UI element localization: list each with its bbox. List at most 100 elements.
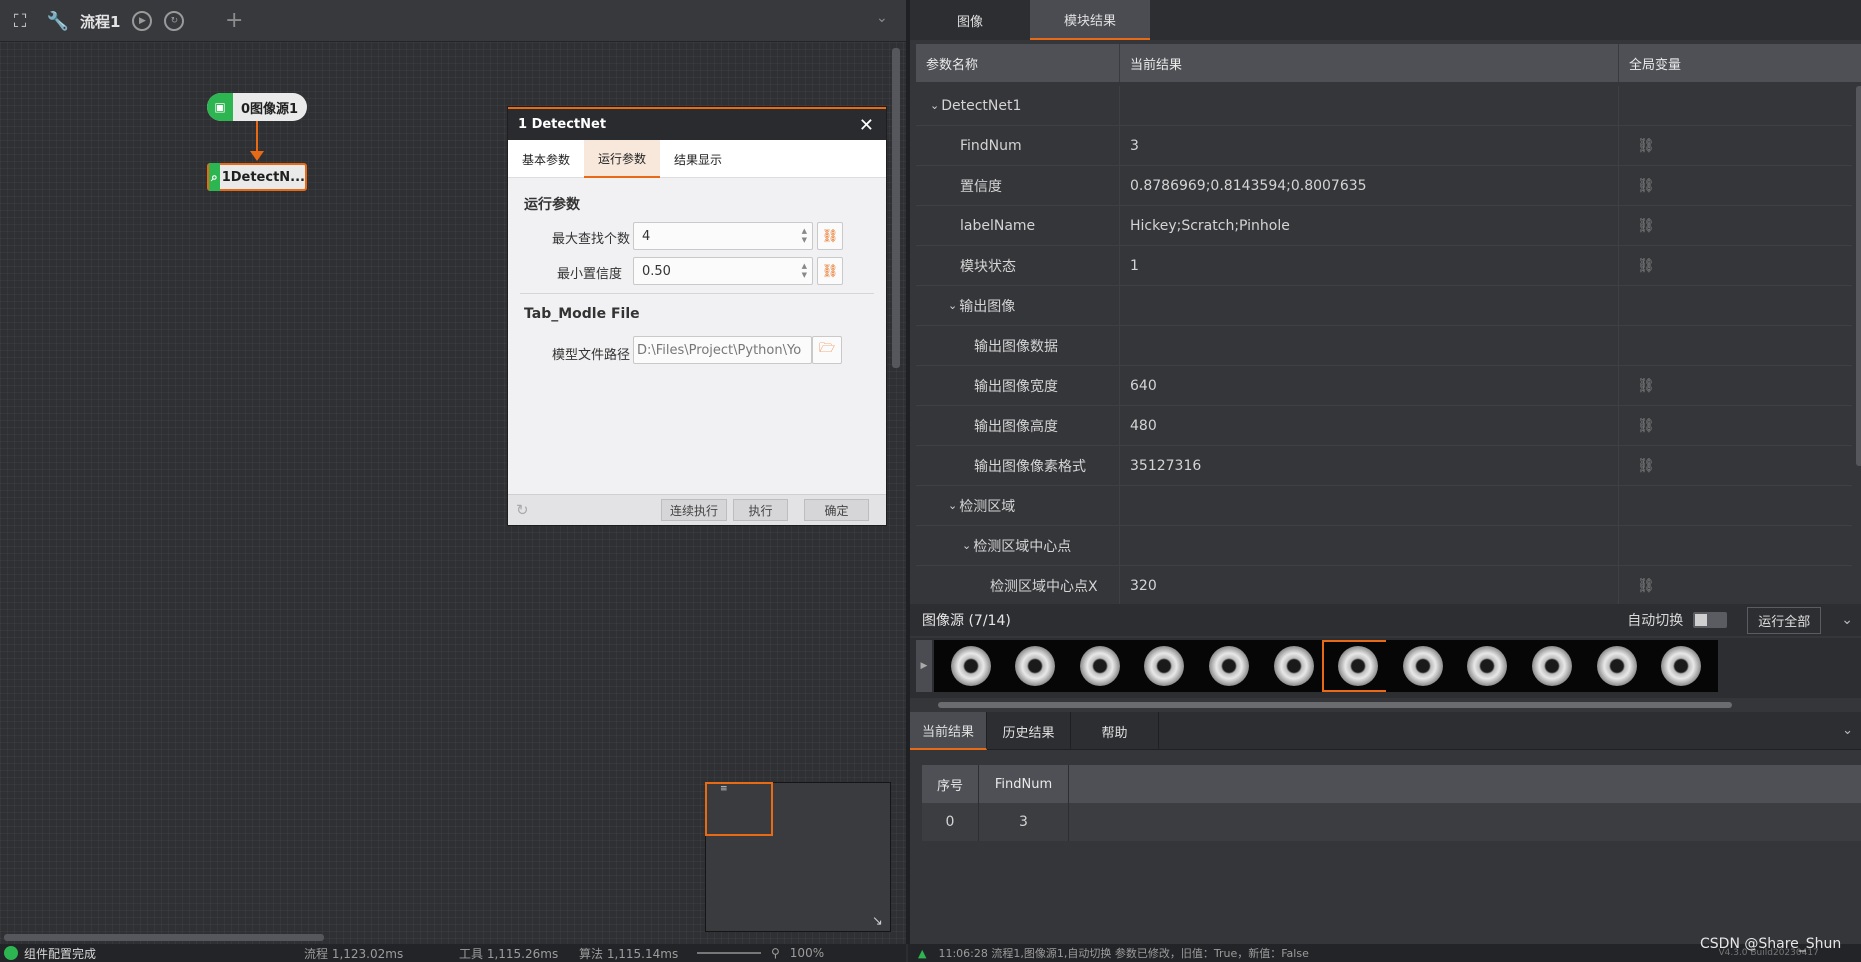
max-find-label: 最大查找个数 (551, 232, 630, 247)
tab-image[interactable]: 图像 (910, 0, 1030, 40)
thumbnail[interactable] (1127, 640, 1201, 692)
tab-history-result[interactable]: 历史结果 (987, 712, 1072, 750)
thumbnail[interactable] (934, 640, 1007, 692)
model-path-input[interactable]: D:\Files\Project\Python\Yo (633, 336, 812, 364)
table-row[interactable]: 检测区域中心点X 320 ⛓ (916, 566, 1852, 606)
minimap-viewport[interactable] (705, 782, 773, 836)
expand-chevron-icon[interactable]: ⌄ (930, 99, 939, 112)
strip-scrollbar[interactable] (938, 702, 1732, 708)
spin-arrows-icon[interactable]: ▲ ▼ (802, 262, 807, 280)
tab-basic-params[interactable]: 基本参数 (508, 140, 584, 178)
thumbnail[interactable] (998, 640, 1072, 692)
link-variable-button[interactable]: ⛓ (817, 222, 843, 250)
refresh-icon[interactable]: ↻ (516, 501, 529, 519)
node-image-source[interactable]: ▣ 0图像源1 (207, 93, 307, 121)
tab-help[interactable]: 帮助 (1071, 712, 1160, 750)
run-loop-icon[interactable]: ↻ (164, 11, 185, 31)
cell-global-variable (1619, 526, 1852, 565)
cell-param-name: labelName (916, 206, 1120, 245)
canvas-vertical-scrollbar[interactable] (892, 48, 900, 368)
flow-toolbar: ⛶ 🔧 流程1 ▶ ↻ + ⌄ (0, 0, 906, 42)
link-icon[interactable]: ⛓ (1637, 258, 1655, 274)
continuous-run-button[interactable]: 连续执行 (661, 499, 727, 521)
table-row[interactable]: 0 3 (922, 803, 1861, 841)
table-row[interactable]: ⌄ 检测区域中心点 (916, 526, 1852, 566)
ok-button[interactable]: 确定 (804, 499, 869, 521)
cell-param-name: 输出图像高度 (916, 406, 1120, 445)
flow-tree-icon[interactable]: ⛶ (0, 0, 40, 42)
thumbnail[interactable] (1386, 640, 1460, 692)
run-once-icon[interactable]: ▶ (132, 11, 153, 31)
expand-chevron-icon[interactable]: ⌄ (948, 499, 957, 512)
tab-flow1[interactable]: 流程1 ▶ ↻ (80, 0, 185, 42)
add-flow-button[interactable]: + (225, 8, 243, 33)
link-icon[interactable]: ⛓ (1637, 138, 1655, 154)
zoom-slider[interactable] (697, 952, 761, 954)
spin-arrows-icon[interactable]: ▲ ▼ (802, 227, 807, 245)
min-conf-input[interactable]: 0.50 ▲ ▼ (633, 257, 813, 285)
status-message: 组件配置完成 (24, 946, 97, 961)
link-icon[interactable]: ⛓ (1637, 378, 1655, 394)
run-button[interactable]: 执行 (733, 499, 788, 521)
image-source-bar: 图像源 (7/14) 自动切换 运行全部 ⌄ (910, 604, 1861, 636)
min-conf-value: 0.50 (642, 263, 671, 279)
thumbnail[interactable] (1063, 640, 1137, 692)
table-row[interactable]: ⌄ 检测区域 (916, 486, 1852, 526)
table-row[interactable]: ⌄ DetectNet1 (916, 86, 1852, 126)
resize-icon[interactable]: ↘ (872, 914, 883, 929)
table-row[interactable]: 输出图像数据 (916, 326, 1852, 366)
canvas-horizontal-scrollbar[interactable] (4, 934, 324, 941)
thumbnail[interactable] (1192, 640, 1266, 692)
link-variable-button[interactable]: ⛓ (817, 257, 843, 285)
run-all-button[interactable]: 运行全部 (1747, 606, 1822, 634)
thumbnail[interactable] (1450, 640, 1524, 692)
cell-param-name: ⌄ 检测区域 (916, 486, 1120, 525)
tab-result-display[interactable]: 结果显示 (660, 140, 736, 178)
table-row[interactable]: ⌄ 输出图像 (916, 286, 1852, 326)
close-icon[interactable]: ✕ (859, 115, 874, 136)
table-row[interactable]: 输出图像像素格式 35127316 ⛓ (916, 446, 1852, 486)
search-icon[interactable]: ⚲ (771, 946, 780, 960)
expand-chevron-icon[interactable]: ⌄ (948, 299, 957, 312)
chevron-down-icon[interactable]: ⌄ (1842, 723, 1853, 738)
table-row[interactable]: 置信度 0.8786969;0.8143594;0.8007635 ⛓ (916, 166, 1852, 206)
table-row[interactable]: labelName Hickey;Scratch;Pinhole ⛓ (916, 206, 1852, 246)
flow-canvas[interactable]: ⛶ 🔧 流程1 ▶ ↻ + ⌄ ▣ 0图像源1 ⌕ 1DetectN... ≡ … (0, 0, 906, 962)
chevron-down-icon[interactable]: ⌄ (876, 10, 888, 26)
wrench-icon[interactable]: 🔧 (38, 0, 78, 42)
strip-left-arrow-icon[interactable]: ▶ (916, 640, 932, 692)
folder-open-icon[interactable]: 🗁 (812, 336, 842, 364)
tab-module-result[interactable]: 模块结果 (1030, 0, 1150, 40)
auto-switch-toggle[interactable] (1693, 612, 1728, 628)
table-row[interactable]: 输出图像高度 480 ⛓ (916, 406, 1852, 446)
link-icon[interactable]: ⛓ (1637, 218, 1655, 234)
cell-current-value (1120, 526, 1619, 565)
thumbnail[interactable] (1580, 640, 1653, 692)
result-vertical-scrollbar[interactable] (1856, 86, 1861, 466)
cell-current-value: Hickey;Scratch;Pinhole (1120, 206, 1619, 245)
link-icon[interactable]: ⛓ (1637, 178, 1655, 194)
link-icon[interactable]: ⛓ (1637, 418, 1655, 434)
node-detectnet[interactable]: ⌕ 1DetectN... (207, 163, 307, 191)
thumbnail[interactable] (1515, 640, 1589, 692)
link-icon[interactable]: ⛓ (1637, 458, 1655, 474)
table-row[interactable]: FindNum 3 ⛓ (916, 126, 1852, 166)
tab-current-result[interactable]: 当前结果 (910, 712, 988, 750)
algo-time: 算法 1,115.14ms (579, 946, 679, 961)
link-icon[interactable]: ⛓ (1637, 578, 1655, 594)
max-find-input[interactable]: 4 ▲ ▼ (633, 222, 813, 250)
thumbnail[interactable] (1644, 640, 1718, 692)
thumbnail[interactable] (1257, 640, 1330, 692)
param-name: 模块状态 (960, 258, 1016, 275)
table-row[interactable]: 输出图像宽度 640 ⛓ (916, 366, 1852, 406)
section-title-run: 运行参数 (524, 197, 580, 213)
log-message: 11:06:28 流程1,图像源1,自动切换 参数已修改，旧值：True，新值：… (938, 947, 1309, 960)
table-row[interactable]: 模块状态 1 ⛓ (916, 246, 1852, 286)
tab-run-params[interactable]: 运行参数 (584, 140, 661, 178)
current-result-header: 序号 FindNum (922, 765, 1861, 803)
expand-chevron-icon[interactable]: ⌄ (962, 539, 971, 552)
cell-global-variable (1619, 326, 1852, 365)
chevron-down-icon[interactable]: ⌄ (1841, 612, 1853, 628)
thumbnail[interactable] (1321, 640, 1395, 692)
dialog-header[interactable]: 1 DetectNet ✕ (508, 107, 886, 140)
